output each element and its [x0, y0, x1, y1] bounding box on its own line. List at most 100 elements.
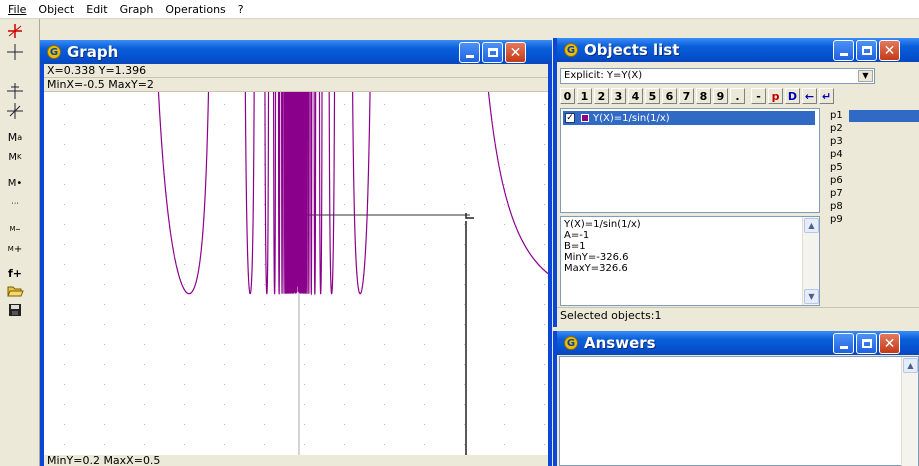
key-p[interactable]: p: [768, 88, 783, 104]
key-4[interactable]: 4: [628, 88, 643, 104]
answers-minimize-button[interactable]: [833, 333, 854, 354]
answers-app-icon: G: [564, 336, 578, 350]
menu-operations[interactable]: Operations: [159, 0, 231, 19]
m-minus-tool[interactable]: M –: [4, 219, 26, 239]
objects-window-titlebar[interactable]: G Objects list ✕: [557, 38, 919, 62]
answers-text-area[interactable]: ▲: [559, 356, 919, 466]
key-2[interactable]: 2: [594, 88, 609, 104]
param-highlight: [849, 110, 919, 122]
menu-object[interactable]: Object: [32, 0, 80, 19]
objects-window-border-left: [553, 38, 557, 327]
graph-canvas[interactable]: [44, 92, 548, 455]
menu-edit[interactable]: Edit: [80, 0, 113, 19]
chevron-down-icon[interactable]: ▼: [858, 70, 873, 82]
key-6[interactable]: 6: [662, 88, 677, 104]
object-list-item[interactable]: ✓ Y(X)=1/sin(1/x): [563, 111, 815, 125]
object-info-box: Y(X)=1/sin(1/x) A=-1 B=1 MinY=-326.6 MaxY=32…: [560, 216, 820, 306]
key-7[interactable]: 7: [679, 88, 694, 104]
param-p9[interactable]: p9: [827, 214, 843, 225]
key-9[interactable]: 9: [713, 88, 728, 104]
m-dot-tool[interactable]: M•: [4, 173, 26, 193]
objects-app-icon: G: [564, 43, 578, 57]
info-scrollbar[interactable]: ▲ ▼: [802, 217, 819, 305]
key-3[interactable]: 3: [611, 88, 626, 104]
graph-window-titlebar[interactable]: G Graph ✕: [40, 40, 552, 64]
add-point-tool[interactable]: [4, 21, 26, 41]
maximize-button[interactable]: [482, 42, 503, 63]
graph-window-border-right: [548, 64, 552, 466]
param-p6[interactable]: p6: [827, 175, 843, 186]
mk-tool[interactable]: MK: [4, 147, 26, 167]
menu-graph[interactable]: Graph: [114, 0, 160, 19]
objects-maximize-button[interactable]: [856, 40, 877, 61]
key-1[interactable]: 1: [577, 88, 592, 104]
save-disk-icon[interactable]: [4, 300, 26, 320]
objects-listbox[interactable]: ✓ Y(X)=1/sin(1/x): [560, 108, 820, 213]
info-line: MaxY=326.6: [564, 263, 628, 274]
param-p4[interactable]: p4: [827, 149, 843, 160]
key-minus[interactable]: -: [751, 88, 766, 104]
param-p1[interactable]: p1: [827, 110, 843, 121]
tool-palette: Ma MK M• ⋅⋅⋅ M – M + f+: [0, 19, 40, 466]
answers-window-border-left: [553, 331, 557, 466]
cross-tool[interactable]: [4, 101, 26, 121]
objects-window-title: Objects list: [584, 41, 680, 59]
scroll-up-icon[interactable]: ▲: [804, 218, 819, 233]
curve-path: [157, 92, 548, 296]
m-plus-tool[interactable]: M +: [4, 239, 26, 259]
key-0[interactable]: 0: [560, 88, 575, 104]
info-line: MinY=-326.6: [564, 252, 629, 263]
answers-close-button[interactable]: ✕: [879, 333, 900, 354]
answers-window-titlebar[interactable]: G Answers ✕: [557, 331, 919, 355]
graph-plot-area[interactable]: [44, 92, 548, 455]
key-dot[interactable]: .: [730, 88, 745, 104]
selected-status-text: Selected objects:1: [560, 309, 662, 322]
param-p7[interactable]: p7: [827, 188, 843, 199]
param-p5[interactable]: p5: [827, 162, 843, 173]
object-checkbox[interactable]: ✓: [565, 113, 575, 123]
object-label: Y(X)=1/sin(1/x): [593, 112, 670, 124]
info-line: B=1: [564, 241, 586, 252]
ma-tool[interactable]: Ma: [4, 127, 26, 147]
menu-help[interactable]: ?: [232, 0, 250, 19]
objects-close-button[interactable]: ✕: [879, 40, 900, 61]
answers-maximize-button[interactable]: [856, 333, 877, 354]
key-5[interactable]: 5: [645, 88, 660, 104]
menu-file[interactable]: File: [0, 0, 32, 19]
cross-plus-tool[interactable]: [4, 81, 26, 101]
param-p3[interactable]: p3: [827, 136, 843, 147]
answers-scroll-up-icon[interactable]: ▲: [903, 358, 918, 373]
graph-coords: X=0.338 Y=1.396: [44, 64, 548, 78]
param-p2[interactable]: p2: [827, 123, 843, 134]
backspace-key[interactable]: ←: [802, 88, 817, 104]
graph-bottom-range: MinY=0.2 MaxX=0.5: [44, 455, 548, 466]
close-button[interactable]: ✕: [505, 42, 526, 63]
f-plus-tool[interactable]: f+: [4, 263, 26, 283]
function-curve: [157, 92, 548, 296]
info-line: A=-1: [564, 230, 590, 241]
object-type-select[interactable]: Explicit: Y=Y(X) ▼: [560, 68, 875, 84]
object-color-swatch: [581, 114, 589, 122]
params-panel: p1 p2 p3 p4 p5 p6 p7 p8 p9: [823, 108, 919, 308]
answers-scrollbar[interactable]: ▲: [901, 357, 918, 466]
object-type-value: Explicit: Y=Y(X): [564, 70, 643, 81]
objects-minimize-button[interactable]: [833, 40, 854, 61]
info-line: Y(X)=1/sin(1/x): [564, 219, 641, 230]
menu-bar: File Object Edit Graph Operations ?: [0, 0, 919, 19]
key-8[interactable]: 8: [696, 88, 711, 104]
app-icon: G: [47, 45, 61, 59]
enter-key[interactable]: ↵: [819, 88, 834, 104]
scroll-down-icon[interactable]: ▼: [804, 289, 819, 304]
answers-window-title: Answers: [584, 334, 656, 352]
graph-window-title: Graph: [67, 43, 119, 61]
selected-status-bar: Selected objects:1: [557, 307, 919, 323]
crosshair-tool[interactable]: [4, 42, 26, 62]
marks-tool[interactable]: ⋅⋅⋅: [4, 193, 26, 213]
expression-keypad: 0 1 2 3 4 5 6 7 8 9 . - p D ← ↵: [560, 88, 836, 104]
param-p8[interactable]: p8: [827, 201, 843, 212]
graph-top-range: MinX=-0.5 MaxY=2: [44, 78, 548, 92]
minimize-button[interactable]: [459, 42, 480, 63]
key-d[interactable]: D: [785, 88, 800, 104]
open-folder-icon[interactable]: [4, 281, 26, 301]
graph-window-border-left: [40, 64, 44, 466]
